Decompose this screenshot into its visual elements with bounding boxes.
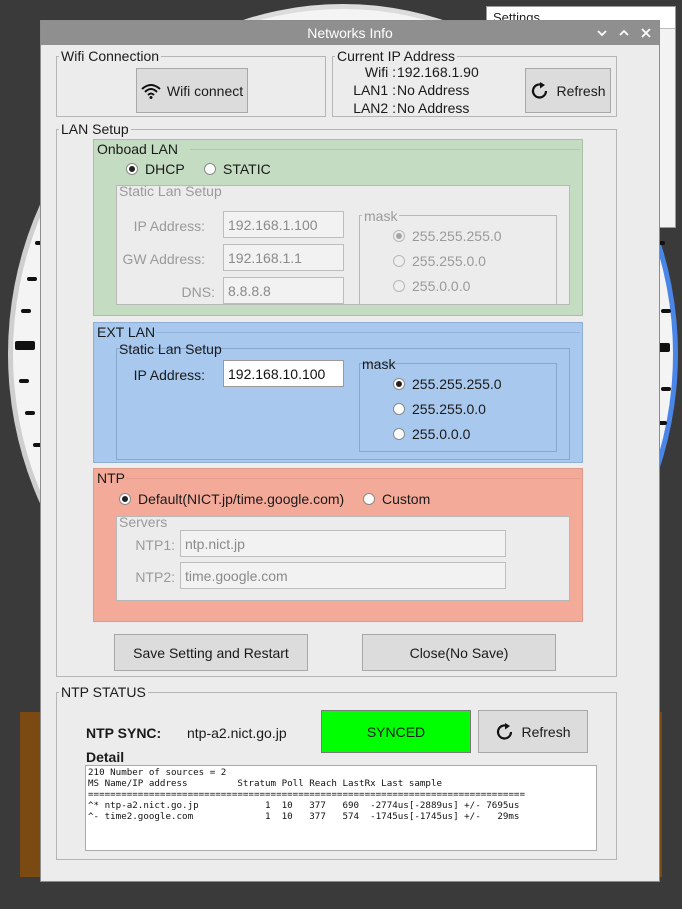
ext-mask-group: mask 255.255.255.0 255.255.0.0 255.0.0.0	[359, 356, 557, 452]
ntp-detail-text[interactable]: 210 Number of sources = 2 MS Name/IP addr…	[85, 765, 597, 851]
close-icon[interactable]	[641, 21, 653, 45]
onboard-lan-legend: Onboad LAN	[97, 141, 178, 157]
ext-mask-label-1: 255.255.255.0	[412, 376, 502, 392]
ext-mask-radio-2[interactable]	[393, 403, 405, 415]
wifi-connection-legend: Wifi Connection	[59, 48, 162, 64]
ntp-detail-line: 210 Number of sources = 2	[88, 767, 227, 778]
maximize-icon[interactable]	[619, 21, 631, 45]
clock-tick	[19, 379, 29, 383]
static-label: STATIC	[223, 161, 271, 177]
onboard-mask-label-3: 255.0.0.0	[412, 278, 471, 294]
wifi-connect-button[interactable]: Wifi connect	[136, 68, 248, 113]
ext-lan-legend: EXT LAN	[97, 324, 156, 340]
ntp2-label: NTP2:	[135, 569, 175, 585]
refresh-icon	[530, 81, 550, 101]
ntp-sync-state: SYNCED	[366, 723, 426, 740]
close-no-save-label: Close(No Save)	[409, 644, 509, 661]
clock-tick	[661, 387, 671, 391]
ext-ip-input[interactable]	[223, 360, 344, 387]
ntp-status-group: NTP STATUS NTP SYNC: ntp-a2.nict.go.jp S…	[56, 685, 617, 860]
networks-info-window: Networks Info Wifi Connection Wifi conne…	[40, 20, 660, 882]
ntp-detail-line: ^- time2.google.com 1 10 377 574 -1745us…	[88, 811, 520, 822]
onboard-mask-label-2: 255.255.0.0	[412, 253, 486, 269]
onboard-static-legend: Static Lan Setup	[119, 183, 222, 199]
ntp-detail-label: Detail	[86, 749, 125, 765]
onboard-mask-radio-2[interactable]	[393, 255, 405, 267]
dhcp-radio[interactable]	[126, 163, 138, 175]
current-ip-refresh-button[interactable]: Refresh	[525, 68, 611, 113]
ntp-servers-legend: Servers	[119, 514, 168, 530]
onboard-dns-input[interactable]	[223, 277, 344, 304]
clock-tick	[661, 309, 671, 313]
ntp-sync-status-badge: SYNCED	[321, 710, 471, 753]
onboard-gw-input[interactable]	[223, 244, 344, 271]
ntp-legend: NTP	[97, 470, 125, 486]
minimize-icon[interactable]	[597, 21, 609, 45]
ext-mask-radio-1[interactable]	[393, 378, 405, 390]
ntp-detail-line: MS Name/IP address Stratum Poll Reach La…	[88, 778, 443, 789]
onboard-mask-radio-1[interactable]	[393, 230, 405, 242]
lan1-ip-label: LAN1 :	[353, 82, 396, 98]
ntp1-label: NTP1:	[135, 537, 175, 553]
onboard-mask-label-1: 255.255.255.0	[412, 228, 502, 244]
wifi-icon	[141, 83, 161, 99]
lan2-ip-value: No Address	[397, 100, 470, 116]
ext-static-legend: Static Lan Setup	[119, 341, 222, 357]
clock-tick	[27, 277, 37, 281]
refresh-icon	[495, 722, 515, 742]
ext-lan-panel: EXT LAN Static Lan Setup IP Address: mas…	[93, 322, 583, 463]
ext-ip-label: IP Address:	[133, 367, 205, 383]
wifi-ip-label: Wifi :	[364, 64, 396, 80]
ntp2-input[interactable]	[180, 562, 506, 589]
ntp-status-refresh-button[interactable]: Refresh	[478, 710, 588, 753]
ntp-panel: NTP Default(NICT.jp/time.google.com) Cus…	[93, 468, 583, 622]
onboard-gw-label: GW Address:	[122, 251, 205, 267]
ntp-sync-server: ntp-a2.nict.go.jp	[187, 725, 287, 741]
ntp-status-legend: NTP STATUS	[59, 684, 148, 700]
static-radio[interactable]	[204, 163, 216, 175]
onboard-mask-group: mask 255.255.255.0 255.255.0.0 255.0.0.0	[359, 208, 557, 305]
lan-setup-group: LAN Setup Onboad LAN DHCP STATIC Static …	[56, 122, 617, 677]
save-setting-label: Save Setting and Restart	[133, 644, 289, 661]
onboard-mask-legend: mask	[362, 208, 400, 224]
ntp-custom-label: Custom	[382, 491, 431, 507]
ntp-default-label: Default(NICT.jp/time.google.com)	[138, 491, 345, 507]
ext-mask-radio-3[interactable]	[393, 428, 405, 440]
wifi-ip-value: 192.168.1.90	[397, 64, 479, 80]
close-no-save-button[interactable]: Close(No Save)	[362, 634, 556, 671]
wifi-connection-group: Wifi Connection Wifi connect	[56, 49, 326, 117]
onboard-mask-radio-3[interactable]	[393, 280, 405, 292]
dhcp-label: DHCP	[145, 161, 185, 177]
current-ip-group: Current IP Address Wifi : 192.168.1.90 L…	[332, 49, 617, 117]
lan1-ip-value: No Address	[397, 82, 470, 98]
ext-static-lan-group: Static Lan Setup IP Address: mask 255.25…	[116, 341, 570, 460]
ntp-default-radio[interactable]	[119, 493, 131, 505]
ntp-status-refresh-label: Refresh	[521, 723, 571, 740]
current-ip-refresh-label: Refresh	[556, 82, 606, 99]
ext-mask-label-3: 255.0.0.0	[412, 426, 471, 442]
onboard-dns-label: DNS:	[181, 284, 215, 300]
ntp-sync-label: NTP SYNC:	[86, 725, 162, 741]
onboard-lan-panel: Onboad LAN DHCP STATIC Static Lan Setup …	[93, 139, 583, 316]
save-setting-restart-button[interactable]: Save Setting and Restart	[114, 634, 308, 671]
clock-tick	[15, 341, 35, 350]
onboard-ip-input[interactable]	[223, 211, 344, 238]
ntp1-input[interactable]	[180, 530, 506, 557]
onboard-static-lan-group: Static Lan Setup IP Address: GW Address:…	[116, 183, 570, 305]
window-title: Networks Info	[307, 25, 393, 41]
onboard-ip-label: IP Address:	[133, 218, 205, 234]
wifi-connect-label: Wifi connect	[166, 82, 244, 99]
clock-tick	[25, 411, 35, 415]
ntp-servers-group: Servers NTP1: NTP2:	[116, 514, 570, 601]
lan-setup-legend: LAN Setup	[59, 121, 131, 137]
clock-tick	[21, 309, 31, 313]
ntp-detail-line: ========================================…	[88, 789, 525, 800]
ext-mask-legend: mask	[362, 356, 396, 372]
ext-mask-label-2: 255.255.0.0	[412, 401, 486, 417]
title-bar[interactable]: Networks Info	[41, 21, 659, 45]
lan2-ip-label: LAN2 :	[353, 100, 396, 116]
current-ip-legend: Current IP Address	[335, 48, 458, 64]
ntp-custom-radio[interactable]	[363, 493, 375, 505]
ntp-detail-line: ^* ntp-a2.nict.go.jp 1 10 377 690 -2774u…	[88, 800, 520, 811]
